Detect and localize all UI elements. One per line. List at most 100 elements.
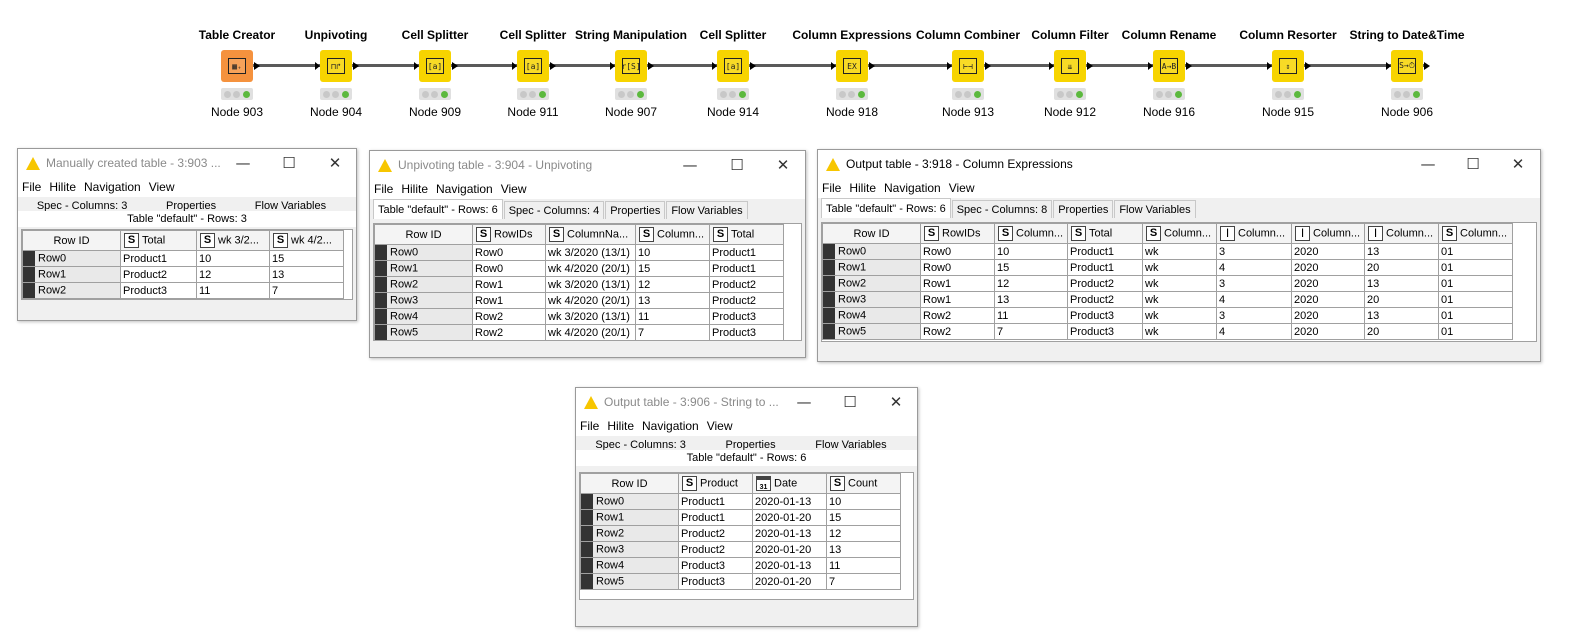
table-row[interactable]: Row3 Row1 wk 4/2020 (20/1) 13 Product2 <box>374 292 784 309</box>
table-cell[interactable]: 13 <box>635 292 710 309</box>
row-id-cell[interactable]: Row1 <box>822 259 921 276</box>
menu-file[interactable]: File <box>22 180 41 194</box>
row-id-cell[interactable]: Row2 <box>822 275 921 292</box>
table-cell[interactable]: 4 <box>1216 323 1292 340</box>
workflow-node[interactable]: Cell Splitter [a] Node 914 <box>668 0 798 130</box>
row-id-cell[interactable]: Row1 <box>374 260 473 277</box>
tab-properties[interactable]: Properties <box>162 197 220 211</box>
minimize-icon[interactable]: — <box>1418 154 1438 174</box>
column-header[interactable]: Swk 4/2... <box>269 230 344 251</box>
column-header[interactable]: S Product <box>678 473 753 494</box>
table-cell[interactable]: 2020 <box>1291 275 1365 292</box>
table-row[interactable]: Row1 Row0 wk 4/2020 (20/1) 15 Product1 <box>374 260 784 277</box>
column-header[interactable]: S Column... <box>635 224 710 245</box>
menu-file[interactable]: File <box>374 182 393 196</box>
table-cell[interactable]: Product3 <box>678 573 753 590</box>
table-cell[interactable]: Row0 <box>472 260 546 277</box>
workflow-node[interactable]: String to Date&Time S→⏱ Node 906 <box>1342 0 1472 130</box>
table-cell[interactable]: 2020-01-20 <box>752 573 827 590</box>
table-cell[interactable]: 4 <box>1216 291 1292 308</box>
table-cell[interactable]: 11 <box>635 308 710 325</box>
row-id-cell[interactable]: Row0 <box>580 493 679 510</box>
table-cell[interactable]: wk <box>1142 291 1217 308</box>
table-cell[interactable]: Product2 <box>678 525 753 542</box>
row-id-cell[interactable]: Row0 <box>374 244 473 261</box>
table-cell[interactable]: 13 <box>1364 275 1439 292</box>
column-header[interactable]: Row ID <box>822 223 921 244</box>
table-row[interactable]: Row5 Row2 wk 4/2020 (20/1) 7 Product3 <box>374 324 784 341</box>
table-row[interactable]: Row1 Product2 12 13 <box>22 266 344 283</box>
table-cell[interactable]: Row0 <box>472 244 546 261</box>
output-port[interactable] <box>550 62 556 70</box>
table-cell[interactable]: 01 <box>1438 259 1513 276</box>
column-header[interactable]: Row ID <box>374 224 473 245</box>
data-table-area[interactable]: Row ID S RowIDs S Column... S Total S Column... I… <box>821 222 1537 342</box>
tab-properties[interactable]: Properties <box>721 436 779 450</box>
table-cell[interactable]: 13 <box>1364 307 1439 324</box>
table-cell[interactable]: Product1 <box>120 250 197 267</box>
tab-properties[interactable]: Properties <box>1053 200 1114 218</box>
menu-hilite[interactable]: Hilite <box>607 419 634 433</box>
table-row[interactable]: Row0 Product1 10 15 <box>22 250 344 267</box>
table-cell[interactable]: 15 <box>994 259 1068 276</box>
table-cell[interactable]: 13 <box>1364 243 1439 260</box>
table-cell[interactable]: Product2 <box>709 276 784 293</box>
table-cell[interactable]: Product2 <box>709 292 784 309</box>
table-cell[interactable]: 20 <box>1364 259 1439 276</box>
menu-hilite[interactable]: Hilite <box>849 181 876 195</box>
table-cell[interactable]: 2020 <box>1291 323 1365 340</box>
table-cell[interactable]: 01 <box>1438 275 1513 292</box>
menu-view[interactable]: View <box>501 182 527 196</box>
table-cell[interactable]: 15 <box>826 509 901 526</box>
table-cell[interactable]: 13 <box>994 291 1068 308</box>
table-cell[interactable]: 11 <box>196 282 270 299</box>
table-cell[interactable]: 2020 <box>1291 307 1365 324</box>
output-port[interactable] <box>1186 62 1192 70</box>
cell-splitter-icon[interactable]: [a] <box>517 50 549 82</box>
table-cell[interactable]: 10 <box>994 243 1068 260</box>
table-row[interactable]: Row2 Product2 2020-01-13 12 <box>580 525 901 542</box>
table-cell[interactable]: Row2 <box>472 324 546 341</box>
table-cell[interactable]: Product1 <box>1067 259 1143 276</box>
table-caption[interactable]: Table "default" - Rows: 6 <box>576 450 917 466</box>
table-cell[interactable]: Row0 <box>920 243 995 260</box>
workflow-node[interactable]: Column Rename A→B Node 916 <box>1104 0 1234 130</box>
tab-spec[interactable]: Spec - Columns: 3 <box>591 436 689 450</box>
table-cell[interactable]: 13 <box>269 266 344 283</box>
table-cell[interactable]: wk <box>1142 307 1217 324</box>
table-row[interactable]: Row0 Product1 2020-01-13 10 <box>580 493 901 510</box>
menu-view[interactable]: View <box>949 181 975 195</box>
tab-properties[interactable]: Properties <box>605 201 666 219</box>
column-resorter-icon[interactable]: ⇕ <box>1272 50 1304 82</box>
table-cell[interactable]: wk <box>1142 323 1217 340</box>
table-cell[interactable]: Product1 <box>709 260 784 277</box>
menu-navigation[interactable]: Navigation <box>884 181 941 195</box>
output-port[interactable] <box>353 62 359 70</box>
column-header[interactable]: S Total <box>709 224 784 245</box>
table-cell[interactable]: wk 3/2020 (13/1) <box>545 308 636 325</box>
table-cell[interactable]: 15 <box>269 250 344 267</box>
menu-hilite[interactable]: Hilite <box>49 180 76 194</box>
column-expressions-output-window[interactable]: Output table - 3:918 - Column Expression… <box>817 149 1541 362</box>
table-cell[interactable]: 2020-01-13 <box>752 525 827 542</box>
window-titlebar[interactable]: Output table - 3:918 - Column Expression… <box>818 150 1540 178</box>
column-header[interactable]: S RowIDs <box>472 224 546 245</box>
table-caption[interactable]: Table "default" - Rows: 3 <box>18 211 356 227</box>
table-cell[interactable]: 10 <box>196 250 270 267</box>
data-table-area[interactable]: Row ID S Product 31 Date S Count Row0 Product1 20… <box>579 472 914 600</box>
table-cell[interactable]: 01 <box>1438 307 1513 324</box>
output-port[interactable] <box>254 62 260 70</box>
table-cell[interactable]: 12 <box>826 525 901 542</box>
table-cell[interactable]: 11 <box>826 557 901 574</box>
table-cell[interactable]: 3 <box>1216 275 1292 292</box>
column-header[interactable]: I Column... <box>1364 223 1439 244</box>
window-titlebar[interactable]: Manually created table - 3:903 ... — ☐ ✕ <box>18 149 356 177</box>
table-row[interactable]: Row5 Product3 2020-01-20 7 <box>580 573 901 590</box>
column-header[interactable]: Row ID <box>22 230 121 251</box>
close-icon[interactable]: ✕ <box>325 153 345 173</box>
output-port[interactable] <box>1305 62 1311 70</box>
column-combiner-icon[interactable]: ⊢⊣ <box>952 50 984 82</box>
data-table-area[interactable]: Row ID S RowIDs S ColumnNa... S Column... S Tota… <box>373 223 802 341</box>
cell-splitter-icon[interactable]: [a] <box>717 50 749 82</box>
minimize-icon[interactable]: — <box>233 153 253 173</box>
